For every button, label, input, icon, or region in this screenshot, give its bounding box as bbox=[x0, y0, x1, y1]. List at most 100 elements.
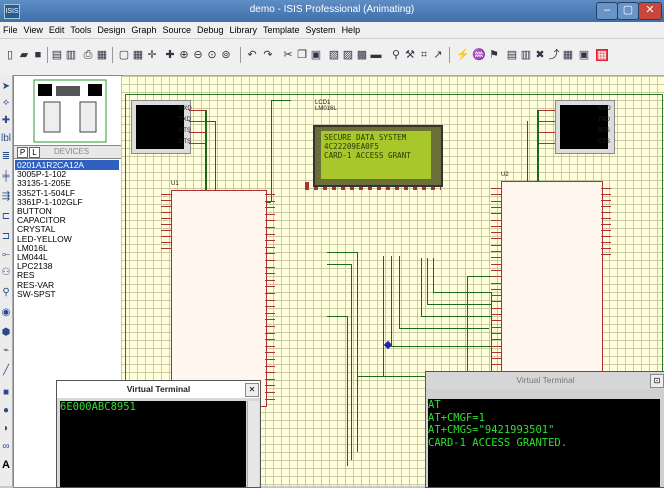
redo-icon[interactable]: ↷ bbox=[262, 49, 274, 61]
package-tool-icon[interactable]: ⌗ bbox=[418, 49, 430, 61]
text-icon[interactable]: A bbox=[0, 459, 12, 471]
make-device-icon[interactable]: ⚒ bbox=[404, 49, 416, 61]
open-folder-icon[interactable]: ▰ bbox=[18, 49, 30, 61]
junction-dot-icon[interactable]: ✚ bbox=[0, 115, 12, 127]
u2-microcontroller[interactable] bbox=[501, 181, 603, 373]
tape-recorder-icon[interactable]: ⬢ bbox=[0, 327, 12, 339]
pin-line bbox=[539, 143, 555, 144]
pick-devices-button[interactable]: P bbox=[17, 147, 28, 158]
toolbar-separator bbox=[449, 47, 450, 63]
block-move-icon[interactable]: ▨ bbox=[342, 49, 354, 61]
wire-autorouter-icon[interactable]: ⚡ bbox=[456, 49, 470, 61]
buses-icon[interactable]: ╪ bbox=[0, 171, 12, 183]
terminal-output[interactable]: 6E000ABC8951 bbox=[60, 401, 246, 487]
redraw-icon[interactable]: ▢ bbox=[118, 49, 130, 61]
zoom-in-icon[interactable]: ⊕ bbox=[178, 49, 190, 61]
menu-tools[interactable]: Tools bbox=[67, 22, 94, 38]
terminal-output[interactable]: AT AT+CMGF=1 AT+CMGS="9421993501" CARD-1… bbox=[428, 399, 660, 487]
arc-icon[interactable]: ◗ bbox=[0, 423, 12, 435]
voltage-probe-icon[interactable]: ⚲ bbox=[0, 287, 12, 299]
wire-label-icon[interactable]: lbl bbox=[0, 133, 12, 145]
pan-icon[interactable]: ✚ bbox=[164, 49, 176, 61]
chip-pin bbox=[491, 200, 501, 202]
menu-view[interactable]: View bbox=[21, 22, 46, 38]
subcircuit-icon[interactable]: ⇶ bbox=[0, 191, 12, 203]
chip-pin bbox=[491, 232, 501, 234]
pick-device-icon[interactable]: ⚲ bbox=[390, 49, 402, 61]
grid-icon[interactable]: ▦ bbox=[132, 49, 144, 61]
scrollbar[interactable] bbox=[247, 401, 259, 487]
decompose-icon[interactable]: ↗ bbox=[432, 49, 444, 61]
netlist-to-ares-icon[interactable]: ▦ bbox=[596, 49, 608, 61]
menu-graph[interactable]: Graph bbox=[128, 22, 159, 38]
undo-icon[interactable]: ↶ bbox=[246, 49, 258, 61]
block-copy-icon[interactable]: ▧ bbox=[328, 49, 340, 61]
graph-icon[interactable]: ⟜ bbox=[0, 249, 12, 261]
overview-window[interactable] bbox=[13, 75, 123, 147]
chip-pin bbox=[265, 378, 275, 380]
cut-icon[interactable]: ✂ bbox=[282, 49, 294, 61]
zoom-area-icon[interactable]: ⊚ bbox=[220, 49, 232, 61]
zoom-out-icon[interactable]: ⊖ bbox=[192, 49, 204, 61]
remove-sheet-icon[interactable]: ✖ bbox=[534, 49, 546, 61]
component-mode-icon[interactable]: ⟡ bbox=[0, 97, 12, 109]
bill-of-materials-icon[interactable]: ▦ bbox=[562, 49, 574, 61]
lcd-display[interactable]: SECURE DATA SYSTEM 4C22209EA0F5 CARD-1 A… bbox=[313, 125, 443, 187]
device-pins-icon[interactable]: ⊐ bbox=[0, 231, 12, 243]
window-title: demo - ISIS Professional (Animating) bbox=[249, 4, 415, 15]
library-manager-button[interactable]: L bbox=[29, 147, 40, 158]
print-icon[interactable]: ⎙ bbox=[82, 49, 94, 61]
design-explorer-icon[interactable]: ▤ bbox=[506, 49, 518, 61]
save-icon[interactable]: ■ bbox=[32, 49, 44, 61]
export-icon[interactable]: ▥ bbox=[65, 49, 77, 61]
menu-design[interactable]: Design bbox=[94, 22, 128, 38]
new-sheet-icon[interactable]: ▥ bbox=[520, 49, 532, 61]
menu-library[interactable]: Library bbox=[227, 22, 261, 38]
circle-icon[interactable]: ● bbox=[0, 405, 12, 417]
close-button[interactable]: ✕ bbox=[638, 2, 662, 20]
virtual-terminal-window-right[interactable]: Virtual Terminal ⊡ AT AT+CMGF=1 AT+CMGS=… bbox=[425, 371, 664, 488]
terminals-icon[interactable]: ⊏ bbox=[0, 211, 12, 223]
menu-system[interactable]: System bbox=[303, 22, 339, 38]
chip-pin bbox=[491, 276, 501, 278]
origin-icon[interactable]: ✛ bbox=[146, 49, 158, 61]
selection-mode-icon[interactable]: ➤ bbox=[0, 81, 12, 93]
wire bbox=[357, 252, 358, 452]
electrical-rule-check-icon[interactable]: ▣ bbox=[578, 49, 590, 61]
chip-pin bbox=[265, 359, 275, 360]
path-icon[interactable]: ∞ bbox=[0, 441, 12, 453]
current-probe-icon[interactable]: ⌁ bbox=[0, 345, 12, 357]
box-icon[interactable]: ■ bbox=[0, 387, 12, 399]
maximize-button[interactable]: ▢ bbox=[617, 2, 639, 20]
exit-to-parent-icon[interactable]: ⤴ bbox=[548, 49, 560, 61]
menu-template[interactable]: Template bbox=[260, 22, 303, 38]
chip-pin bbox=[601, 212, 611, 213]
zoom-all-icon[interactable]: ⊙ bbox=[206, 49, 218, 61]
copy-icon[interactable]: ❐ bbox=[296, 49, 308, 61]
property-assign-icon[interactable]: ⚑ bbox=[488, 49, 500, 61]
menu-source[interactable]: Source bbox=[159, 22, 194, 38]
minimize-button[interactable]: – bbox=[596, 2, 618, 20]
chip-pin bbox=[265, 233, 275, 235]
menu-help[interactable]: Help bbox=[339, 22, 364, 38]
menu-debug[interactable]: Debug bbox=[194, 22, 227, 38]
u1-microcontroller[interactable] bbox=[171, 190, 267, 378]
menu-file[interactable]: File bbox=[0, 22, 21, 38]
paste-icon[interactable]: ▣ bbox=[310, 49, 322, 61]
text-script-icon[interactable]: ≣ bbox=[0, 151, 12, 163]
virtual-terminal-window-left[interactable]: Virtual Terminal ✕ 6E000ABC8951 bbox=[56, 380, 261, 488]
print-area-icon[interactable]: ▦ bbox=[96, 49, 108, 61]
line-icon[interactable]: ╱ bbox=[0, 365, 12, 377]
new-file-icon[interactable]: ▯ bbox=[4, 49, 16, 61]
menu-edit[interactable]: Edit bbox=[46, 22, 68, 38]
close-icon[interactable]: ⊡ bbox=[650, 374, 664, 388]
close-icon[interactable]: ✕ bbox=[245, 383, 259, 397]
block-rotate-icon[interactable]: ▩ bbox=[356, 49, 368, 61]
device-list-item[interactable]: SW-SPST bbox=[17, 289, 56, 299]
search-tag-icon[interactable]: ♒ bbox=[472, 49, 486, 61]
generator-icon[interactable]: ⚇ bbox=[0, 267, 12, 279]
import-icon[interactable]: ▤ bbox=[51, 49, 63, 61]
virtual-instrument-icon[interactable]: ◉ bbox=[0, 307, 12, 319]
chip-pin bbox=[265, 240, 275, 242]
block-delete-icon[interactable]: ▬ bbox=[370, 49, 382, 61]
